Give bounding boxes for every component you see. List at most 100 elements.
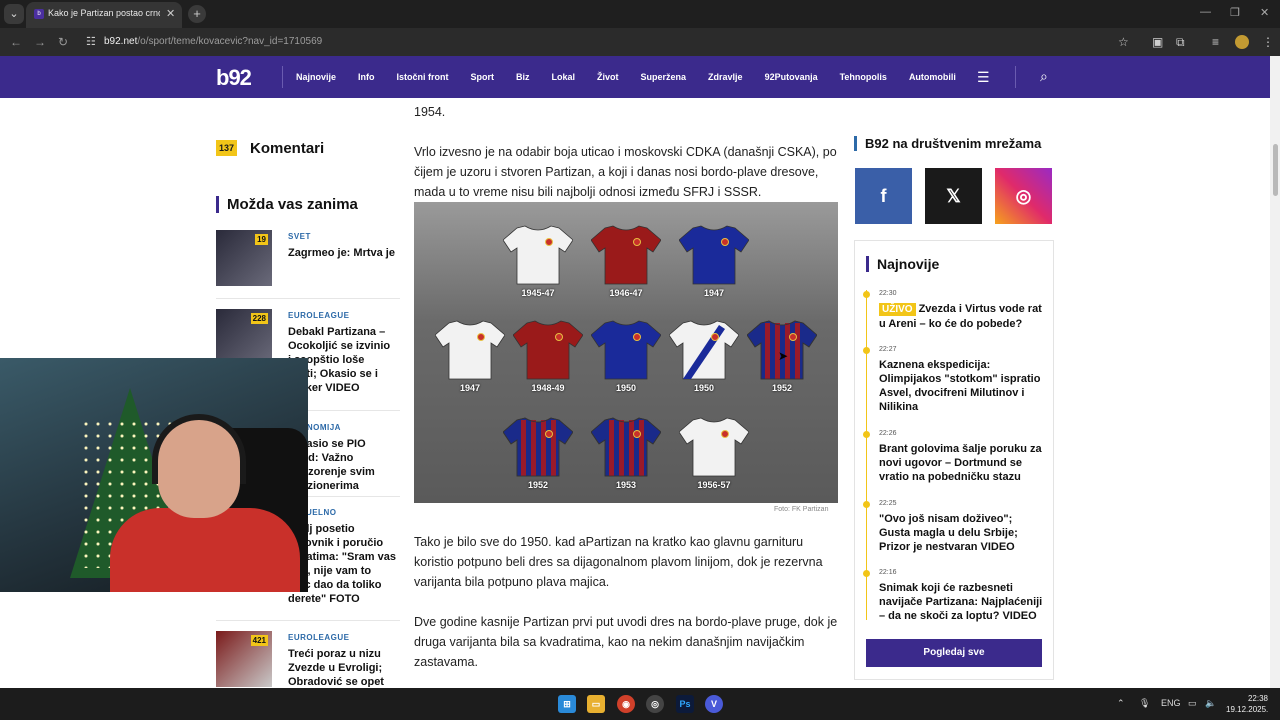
- news-time: 22:25: [879, 500, 897, 507]
- nav-item-zdravlje[interactable]: Zdravlje: [708, 72, 743, 82]
- b92-logo[interactable]: b92: [216, 65, 252, 91]
- news-title: Brant golovima šalje poruku za novi ugov…: [879, 443, 1042, 483]
- jersey-year-label: 1952: [527, 480, 549, 490]
- nav-item-automobili[interactable]: Automobili: [909, 72, 956, 82]
- profile-avatar[interactable]: [1235, 35, 1249, 49]
- related-category: SVET: [288, 232, 311, 241]
- timeline-dot: [863, 291, 870, 298]
- maximize-button[interactable]: ❐: [1230, 6, 1240, 19]
- instagram-icon[interactable]: ◎: [995, 168, 1052, 224]
- article-paragraph: Tako je bilo sve do 1950. kad aPartizan …: [414, 535, 823, 589]
- comments-link[interactable]: 137 Komentari: [216, 138, 324, 157]
- live-badge: UŽIVO: [879, 303, 916, 316]
- clock-date: 19.12.2025.: [1226, 705, 1269, 714]
- related-thumbnail: 228: [216, 309, 272, 365]
- facebook-icon[interactable]: f: [855, 168, 912, 224]
- tray-expand-icon[interactable]: ⌃: [1117, 698, 1125, 709]
- timeline-dot: [863, 570, 870, 577]
- taskbar-clock[interactable]: 22:38 19.12.2025.: [1226, 693, 1268, 715]
- extensions-puzzle-icon[interactable]: ⧉: [1176, 35, 1185, 50]
- chrome-icon[interactable]: ◉: [617, 695, 635, 713]
- nav-item-lokal[interactable]: Lokal: [552, 72, 576, 82]
- url-path: /o/sport/teme/kovacevic?nav_id=1710569: [137, 36, 323, 47]
- app-v-icon[interactable]: V: [705, 695, 723, 713]
- news-title: Kaznena ekspedicija: Olimpijakos "stotko…: [879, 359, 1041, 413]
- window-close-button[interactable]: ✕: [1260, 6, 1269, 19]
- nav-item-sport[interactable]: Sport: [471, 72, 495, 82]
- windows-start-icon[interactable]: ⊞: [558, 695, 576, 713]
- comments-count-badge: 137: [216, 140, 238, 156]
- forward-button[interactable]: →: [34, 35, 46, 49]
- social-heading: B92 na društvenim mrežama: [854, 136, 1041, 151]
- timeline-dot: [863, 501, 870, 508]
- comments-title: Komentari: [250, 140, 325, 157]
- webcam-overlay: [0, 358, 308, 592]
- nav-divider: [282, 66, 283, 88]
- x-twitter-icon[interactable]: 𝕏: [925, 168, 982, 224]
- streamer-shirt: [110, 508, 300, 592]
- jersey-1945-47: [503, 225, 573, 285]
- jersey-1953: [591, 417, 661, 477]
- obs-icon[interactable]: ◎: [646, 695, 664, 713]
- hamburger-menu-icon[interactable]: ☰: [977, 69, 990, 86]
- file-explorer-icon[interactable]: ▭: [587, 695, 605, 713]
- latest-heading: Najnovije: [866, 256, 939, 272]
- search-icon[interactable]: ⌕: [1040, 68, 1048, 85]
- microphone-icon[interactable]: 🎙: [1139, 698, 1150, 709]
- jersey-1956-57: [679, 417, 749, 477]
- tab-search-button[interactable]: ⌄: [4, 4, 24, 24]
- related-item[interactable]: 421 EUROLEAGUE Treći poraz u nizu Zvezde…: [216, 631, 400, 687]
- windows-taskbar: ⊞ ▭ ◉ ◎ Ps V ⌃ 🎙 ENG ▭ 🔈 22:38 19.12.202…: [0, 688, 1280, 720]
- jerseys-photo: 1945-47 1946-47 1947 1947 1948-49 1950 1950 195…: [414, 202, 838, 503]
- reload-button[interactable]: ↻: [58, 35, 68, 49]
- url-field[interactable]: ☷ b92.net/o/sport/teme/kovacevic?nav_id=…: [80, 32, 1140, 52]
- related-thumbnail: 19: [216, 230, 272, 286]
- extension-icon[interactable]: ▣: [1152, 35, 1163, 49]
- nav-divider: [1015, 66, 1016, 88]
- jersey-year-label: 1947: [703, 288, 725, 298]
- nav-item-istocni-front[interactable]: Istočni front: [397, 72, 449, 82]
- nav-item-tehnopolis[interactable]: Tehnopolis: [840, 72, 887, 82]
- jersey-1947: [679, 225, 749, 285]
- browser-tabbar: ⌄ b Kako je Partizan postao crno-beli ✕ …: [0, 0, 1280, 28]
- back-button[interactable]: ←: [10, 35, 22, 49]
- jersey-year-label: 1950: [693, 383, 715, 393]
- language-indicator[interactable]: ENG: [1161, 698, 1181, 708]
- related-item[interactable]: 19 SVET Zagrmeo je: Mrtva je: [216, 230, 400, 290]
- see-all-button[interactable]: Pogledaj sve: [866, 639, 1042, 667]
- related-category: EUROLEAGUE: [288, 311, 350, 320]
- new-tab-button[interactable]: +: [188, 5, 206, 23]
- jersey-year-label: 1952: [771, 383, 793, 393]
- related-thumbnail: 421: [216, 631, 272, 687]
- jersey-1950: [591, 320, 661, 380]
- media-control-icon[interactable]: ≡: [1212, 35, 1219, 49]
- browser-tab[interactable]: b Kako je Partizan postao crno-beli ✕: [26, 2, 182, 28]
- more-menu-icon[interactable]: ⋮: [1262, 35, 1274, 49]
- nav-item-superzena[interactable]: Superžena: [641, 72, 687, 82]
- related-heading: Možda vas zanima: [216, 196, 358, 213]
- jersey-1947: [435, 320, 505, 380]
- minimize-button[interactable]: —: [1200, 6, 1211, 18]
- photo-credit: Foto: FK Partizan: [774, 506, 829, 513]
- news-time: 22:27: [879, 346, 897, 353]
- address-bar: ← → ↻ ☷ b92.net/o/sport/teme/kovacevic?n…: [0, 28, 1280, 56]
- related-comment-count: 19: [255, 234, 268, 245]
- related-comment-count: 228: [250, 313, 268, 324]
- volume-icon[interactable]: 🔈: [1205, 698, 1216, 709]
- jersey-year-label: 1946-47: [609, 288, 643, 298]
- nav-item-zivot[interactable]: Život: [597, 72, 619, 82]
- nav-links: Najnovije Info Istočni front Sport Biz L…: [296, 72, 978, 82]
- site-info-icon[interactable]: ☷: [86, 35, 96, 48]
- timeline-dot: [863, 347, 870, 354]
- nav-item-info[interactable]: Info: [358, 72, 375, 82]
- close-icon[interactable]: ✕: [166, 7, 175, 20]
- network-icon[interactable]: ▭: [1188, 698, 1197, 709]
- bookmark-star-icon[interactable]: ☆: [1118, 35, 1129, 49]
- page-scrollbar[interactable]: [1270, 56, 1280, 688]
- nav-item-biz[interactable]: Biz: [516, 72, 530, 82]
- photoshop-icon[interactable]: Ps: [676, 695, 694, 713]
- nav-item-putovanja[interactable]: 92Putovanja: [765, 72, 818, 82]
- scrollbar-thumb[interactable]: [1273, 144, 1278, 196]
- nav-item-najnovije[interactable]: Najnovije: [296, 72, 336, 82]
- jersey-year-label: 1956-57: [697, 480, 731, 490]
